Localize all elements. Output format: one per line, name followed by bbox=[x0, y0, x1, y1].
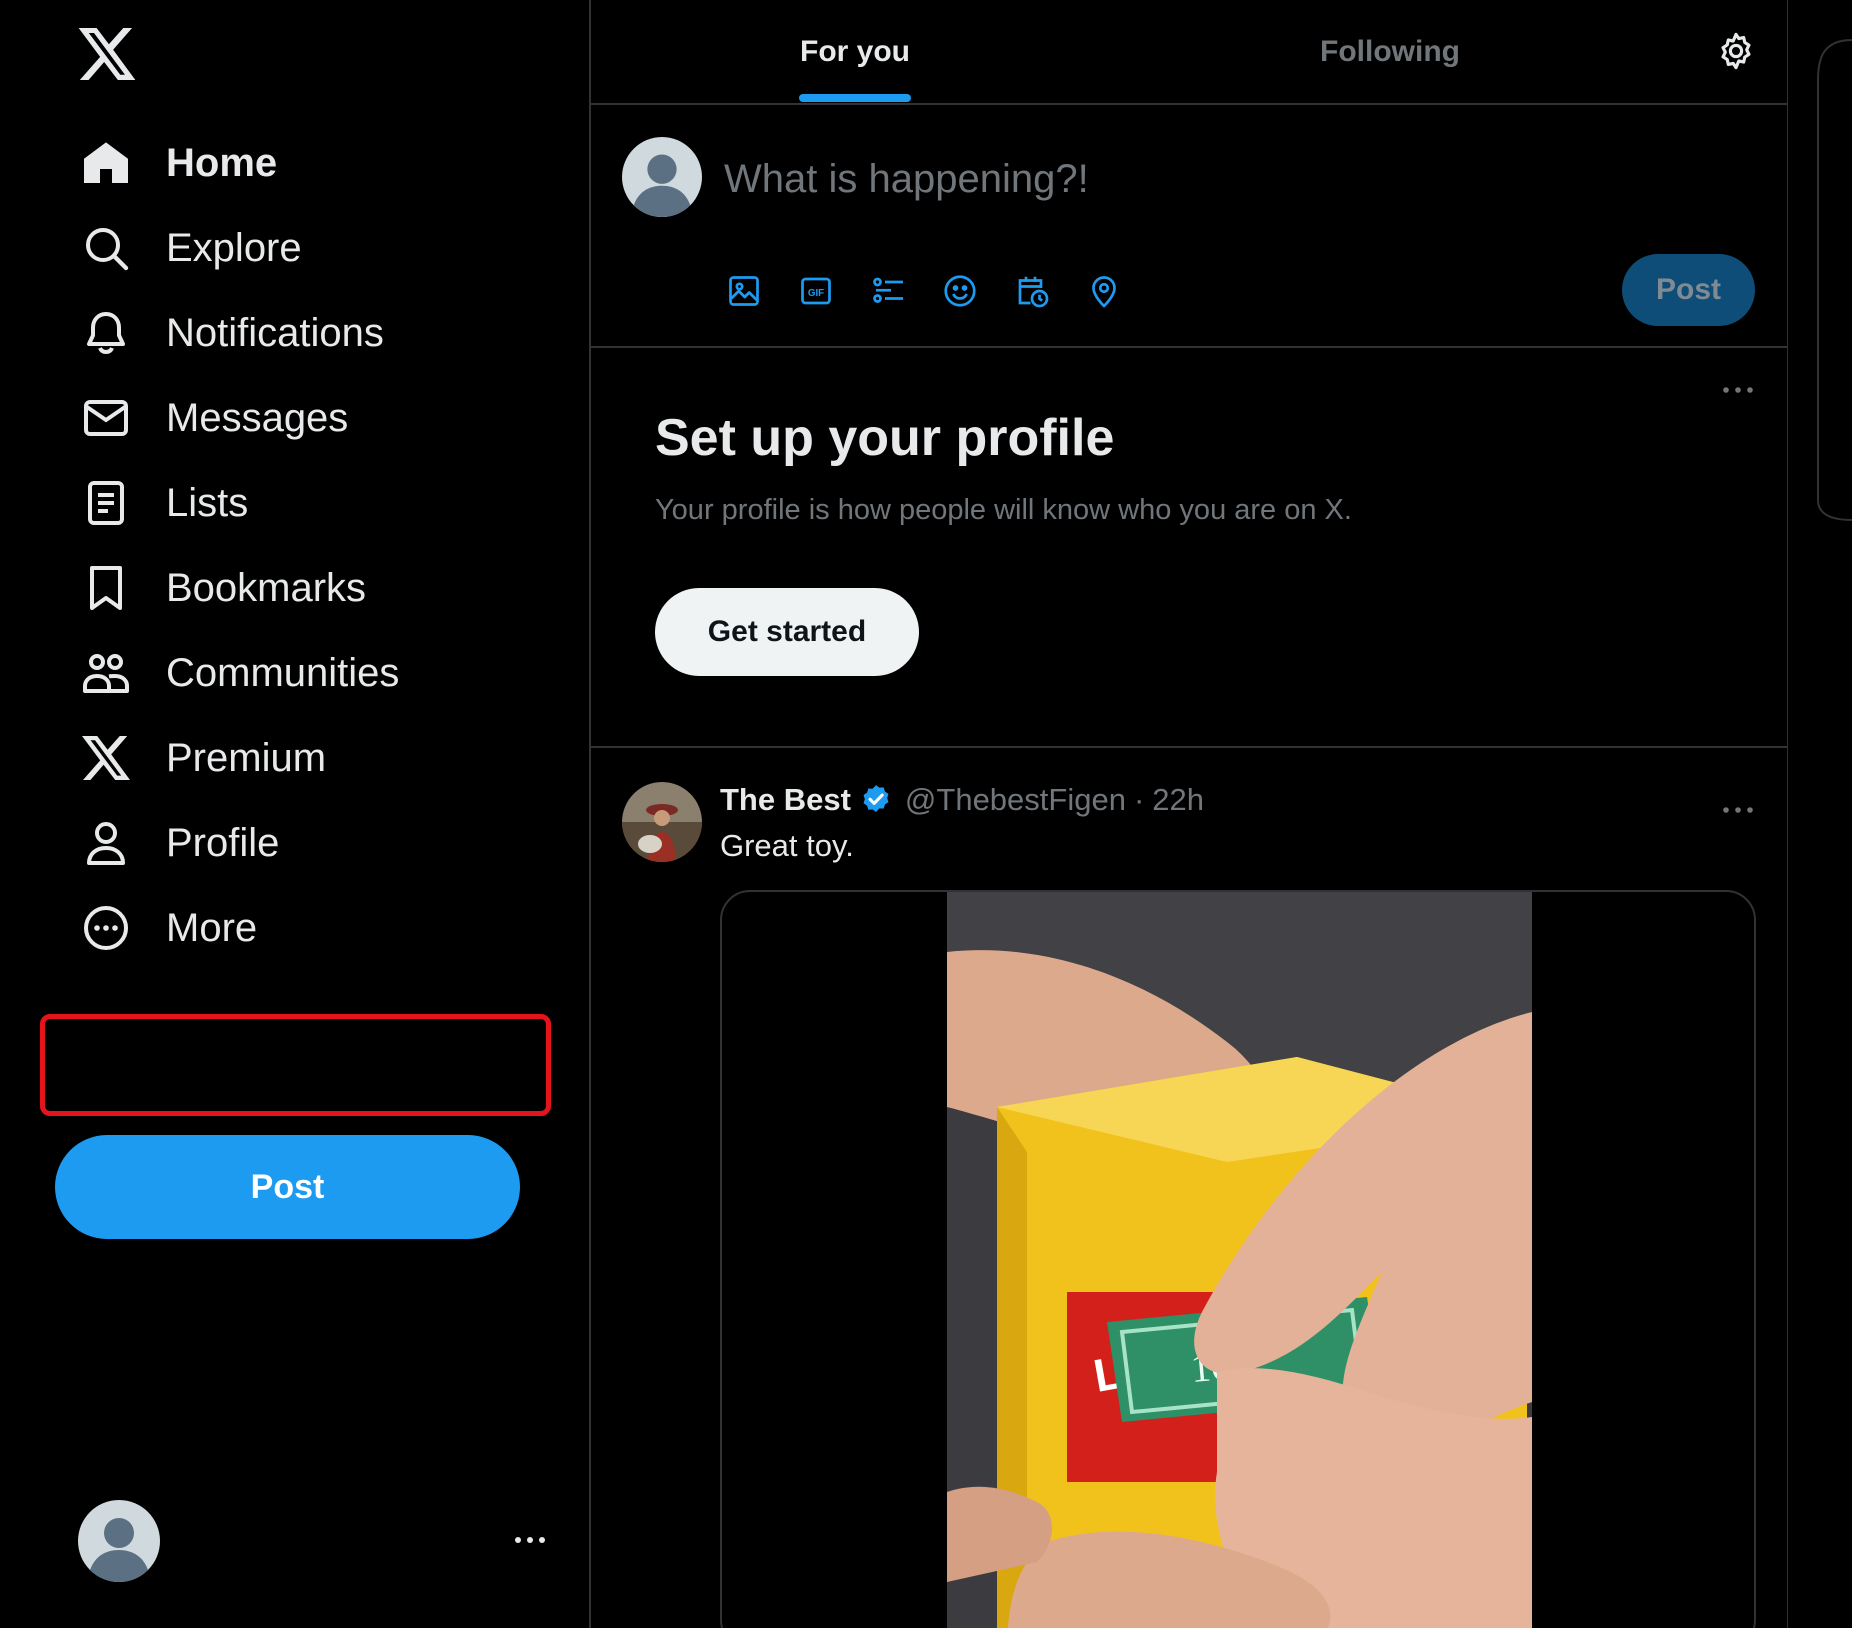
gear-icon[interactable] bbox=[1715, 30, 1757, 72]
avatar[interactable] bbox=[622, 782, 702, 862]
sidebar-item-label: Messages bbox=[166, 395, 349, 440]
author-handle[interactable]: @ThebestFigen bbox=[905, 782, 1126, 818]
sidebar-item-label: More bbox=[166, 905, 258, 950]
sidebar-item-bookmarks[interactable]: Bookmarks bbox=[54, 543, 366, 633]
list-icon bbox=[54, 479, 158, 527]
sidebar-item-label: Home bbox=[166, 140, 278, 185]
sidebar-item-lists[interactable]: Lists bbox=[54, 458, 248, 548]
sidebar: Home Explore Notifications Messages List bbox=[0, 0, 590, 1628]
setup-profile-card: Set up your profile Your profile is how … bbox=[590, 348, 1788, 748]
emoji-icon[interactable] bbox=[938, 269, 982, 313]
bookmark-icon bbox=[54, 564, 158, 612]
highlight-annotation bbox=[40, 1014, 551, 1116]
schedule-icon[interactable] bbox=[1010, 269, 1054, 313]
tab-for-you[interactable]: For you bbox=[590, 0, 1120, 103]
card-subtitle: Your profile is how people will know who… bbox=[655, 494, 1352, 526]
sidebar-item-messages[interactable]: Messages bbox=[54, 373, 348, 463]
more-horizontal-icon[interactable] bbox=[1718, 800, 1758, 820]
tweet-header: The Best @ThebestFigen · 22h bbox=[720, 782, 1204, 818]
tweet[interactable]: The Best @ThebestFigen · 22h Great toy. bbox=[590, 750, 1788, 1628]
sidebar-item-communities[interactable]: Communities bbox=[54, 628, 399, 718]
avatar[interactable] bbox=[78, 1500, 160, 1582]
gif-icon[interactable]: GIF bbox=[794, 269, 838, 313]
envelope-icon bbox=[54, 394, 158, 442]
active-tab-indicator bbox=[799, 94, 911, 102]
more-horizontal-icon[interactable] bbox=[1718, 380, 1758, 400]
sidebar-item-profile[interactable]: Profile bbox=[54, 798, 279, 888]
timeline-tabs: For you Following bbox=[590, 0, 1788, 105]
video-thumbnail[interactable]: LE 100 bbox=[947, 892, 1532, 1628]
x-logo-icon[interactable] bbox=[78, 28, 136, 80]
image-icon[interactable] bbox=[722, 269, 766, 313]
x-logo-icon bbox=[54, 734, 158, 782]
compose-input[interactable] bbox=[722, 149, 1622, 209]
location-icon[interactable] bbox=[1082, 269, 1126, 313]
tab-following[interactable]: Following bbox=[1120, 0, 1660, 103]
bell-icon bbox=[54, 309, 158, 357]
avatar[interactable] bbox=[622, 137, 702, 217]
sidebar-item-more[interactable]: More bbox=[54, 883, 257, 973]
sidebar-item-label: Notifications bbox=[166, 310, 384, 355]
card-title: Set up your profile bbox=[655, 409, 1115, 467]
compose-post-button[interactable]: Post bbox=[1622, 254, 1755, 326]
poll-icon[interactable] bbox=[866, 269, 910, 313]
author-name[interactable]: The Best bbox=[720, 782, 851, 818]
right-column-edge bbox=[1788, 0, 1852, 1628]
communities-icon bbox=[54, 649, 158, 697]
main-timeline: For you Following What is happening?! GI… bbox=[590, 0, 1788, 1628]
sidebar-item-premium[interactable]: Premium bbox=[54, 713, 326, 803]
svg-text:GIF: GIF bbox=[808, 288, 824, 299]
tweet-media[interactable]: LE 100 bbox=[720, 890, 1756, 1628]
more-circle-icon bbox=[54, 904, 158, 952]
sidebar-item-notifications[interactable]: Notifications bbox=[54, 288, 384, 378]
sidebar-item-label: Profile bbox=[166, 820, 280, 865]
sidebar-item-label: Explore bbox=[166, 225, 302, 270]
timestamp[interactable]: 22h bbox=[1152, 782, 1204, 818]
home-icon bbox=[54, 139, 158, 187]
post-button[interactable]: Post bbox=[55, 1135, 520, 1239]
verified-badge-icon bbox=[863, 785, 889, 813]
get-started-button[interactable]: Get started bbox=[655, 588, 919, 676]
x-app: Home Explore Notifications Messages List bbox=[0, 0, 1852, 1628]
sidebar-item-label: Lists bbox=[166, 480, 249, 525]
sidebar-item-home[interactable]: Home bbox=[54, 118, 277, 208]
tweet-text: Great toy. bbox=[720, 828, 854, 863]
sidebar-item-label: Communities bbox=[166, 650, 400, 695]
sidebar-item-label: Bookmarks bbox=[166, 565, 367, 610]
person-icon bbox=[54, 819, 158, 867]
sidebar-item-explore[interactable]: Explore bbox=[54, 203, 302, 293]
search-icon bbox=[54, 224, 158, 272]
separator: · bbox=[1133, 782, 1145, 817]
sidebar-item-label: Premium bbox=[166, 735, 327, 780]
composer: GIF Post bbox=[590, 105, 1788, 348]
more-horizontal-icon[interactable] bbox=[510, 1520, 550, 1560]
